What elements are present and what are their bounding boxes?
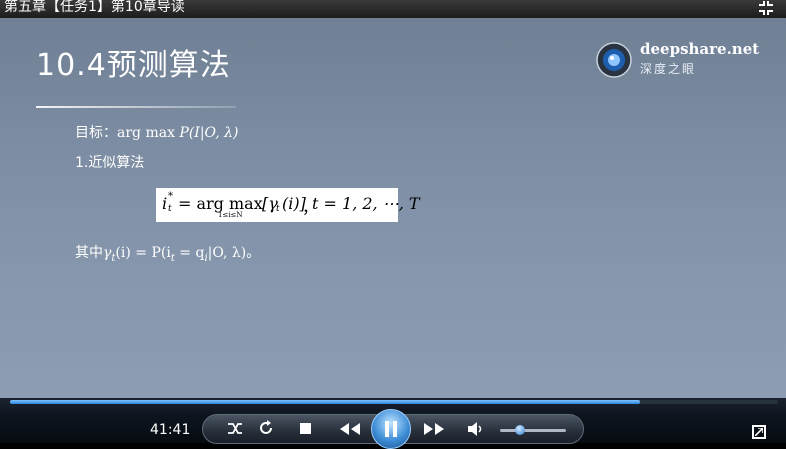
goal-argmax: arg max	[117, 125, 180, 141]
formula-lhs: i	[162, 194, 168, 213]
volume-knob[interactable]	[514, 425, 525, 435]
rewind-icon[interactable]	[338, 421, 362, 437]
fullscreen-arrow-icon	[755, 428, 763, 436]
pause-button[interactable]	[371, 409, 411, 449]
slide-title: 10.4预测算法	[36, 48, 231, 83]
formula-gamma-sub: t	[276, 204, 280, 214]
player-controls: 41:41	[0, 398, 786, 449]
elapsed-time: 41:41	[150, 422, 191, 438]
logo-tagline: 深度之眼	[640, 62, 697, 76]
deepshare-logo-icon	[596, 42, 632, 78]
shuffle-icon[interactable]	[226, 420, 244, 438]
video-frame[interactable]: 10.4预测算法 deepshare.net 深度之眼 目标：arg max P…	[0, 18, 786, 398]
window-titlebar: 第五章【任务1】第10章导读	[0, 0, 786, 18]
seek-progress	[10, 400, 640, 404]
where-line: 其中γt(i) = P(it = qi|O, λ)。	[75, 242, 260, 264]
where-mid2: = q	[174, 245, 205, 261]
formula-lhs-sub: t	[168, 204, 172, 214]
title-divider	[36, 106, 236, 108]
pause-icon	[385, 421, 397, 437]
approx-heading: 1.近似算法	[75, 155, 145, 171]
forward-icon[interactable]	[422, 421, 446, 437]
goal-line: 目标：arg max P(I|O, λ)	[75, 122, 238, 142]
where-middle: (i) = P(i	[115, 245, 171, 261]
logo-brand: deepshare.net	[640, 40, 760, 58]
goal-label: 目标：	[75, 125, 117, 141]
logo: deepshare.net 深度之眼	[596, 40, 766, 84]
stop-icon[interactable]	[299, 422, 313, 436]
exit-fullscreen-icon[interactable]	[758, 1, 774, 15]
goal-expression: P(I|O, λ)	[179, 125, 239, 141]
fullscreen-icon[interactable]	[752, 425, 766, 439]
repeat-icon[interactable]	[257, 419, 275, 437]
seek-bar[interactable]	[10, 400, 778, 404]
where-prefix: 其中	[75, 245, 103, 261]
formula-lhs-sup: *	[168, 191, 173, 202]
window-title: 第五章【任务1】第10章导读	[4, 0, 185, 15]
formula-limits: 1≤i≤N	[218, 211, 243, 219]
formula-range: t = 1, 2, ⋯, T	[312, 194, 420, 213]
volume-slider[interactable]	[500, 429, 566, 432]
formula-image: i t * = arg max 1≤i≤N [γ t (i)] ， t = 1,…	[156, 188, 420, 222]
volume-icon[interactable]	[466, 420, 484, 438]
where-end: |O, λ)。	[207, 245, 261, 261]
